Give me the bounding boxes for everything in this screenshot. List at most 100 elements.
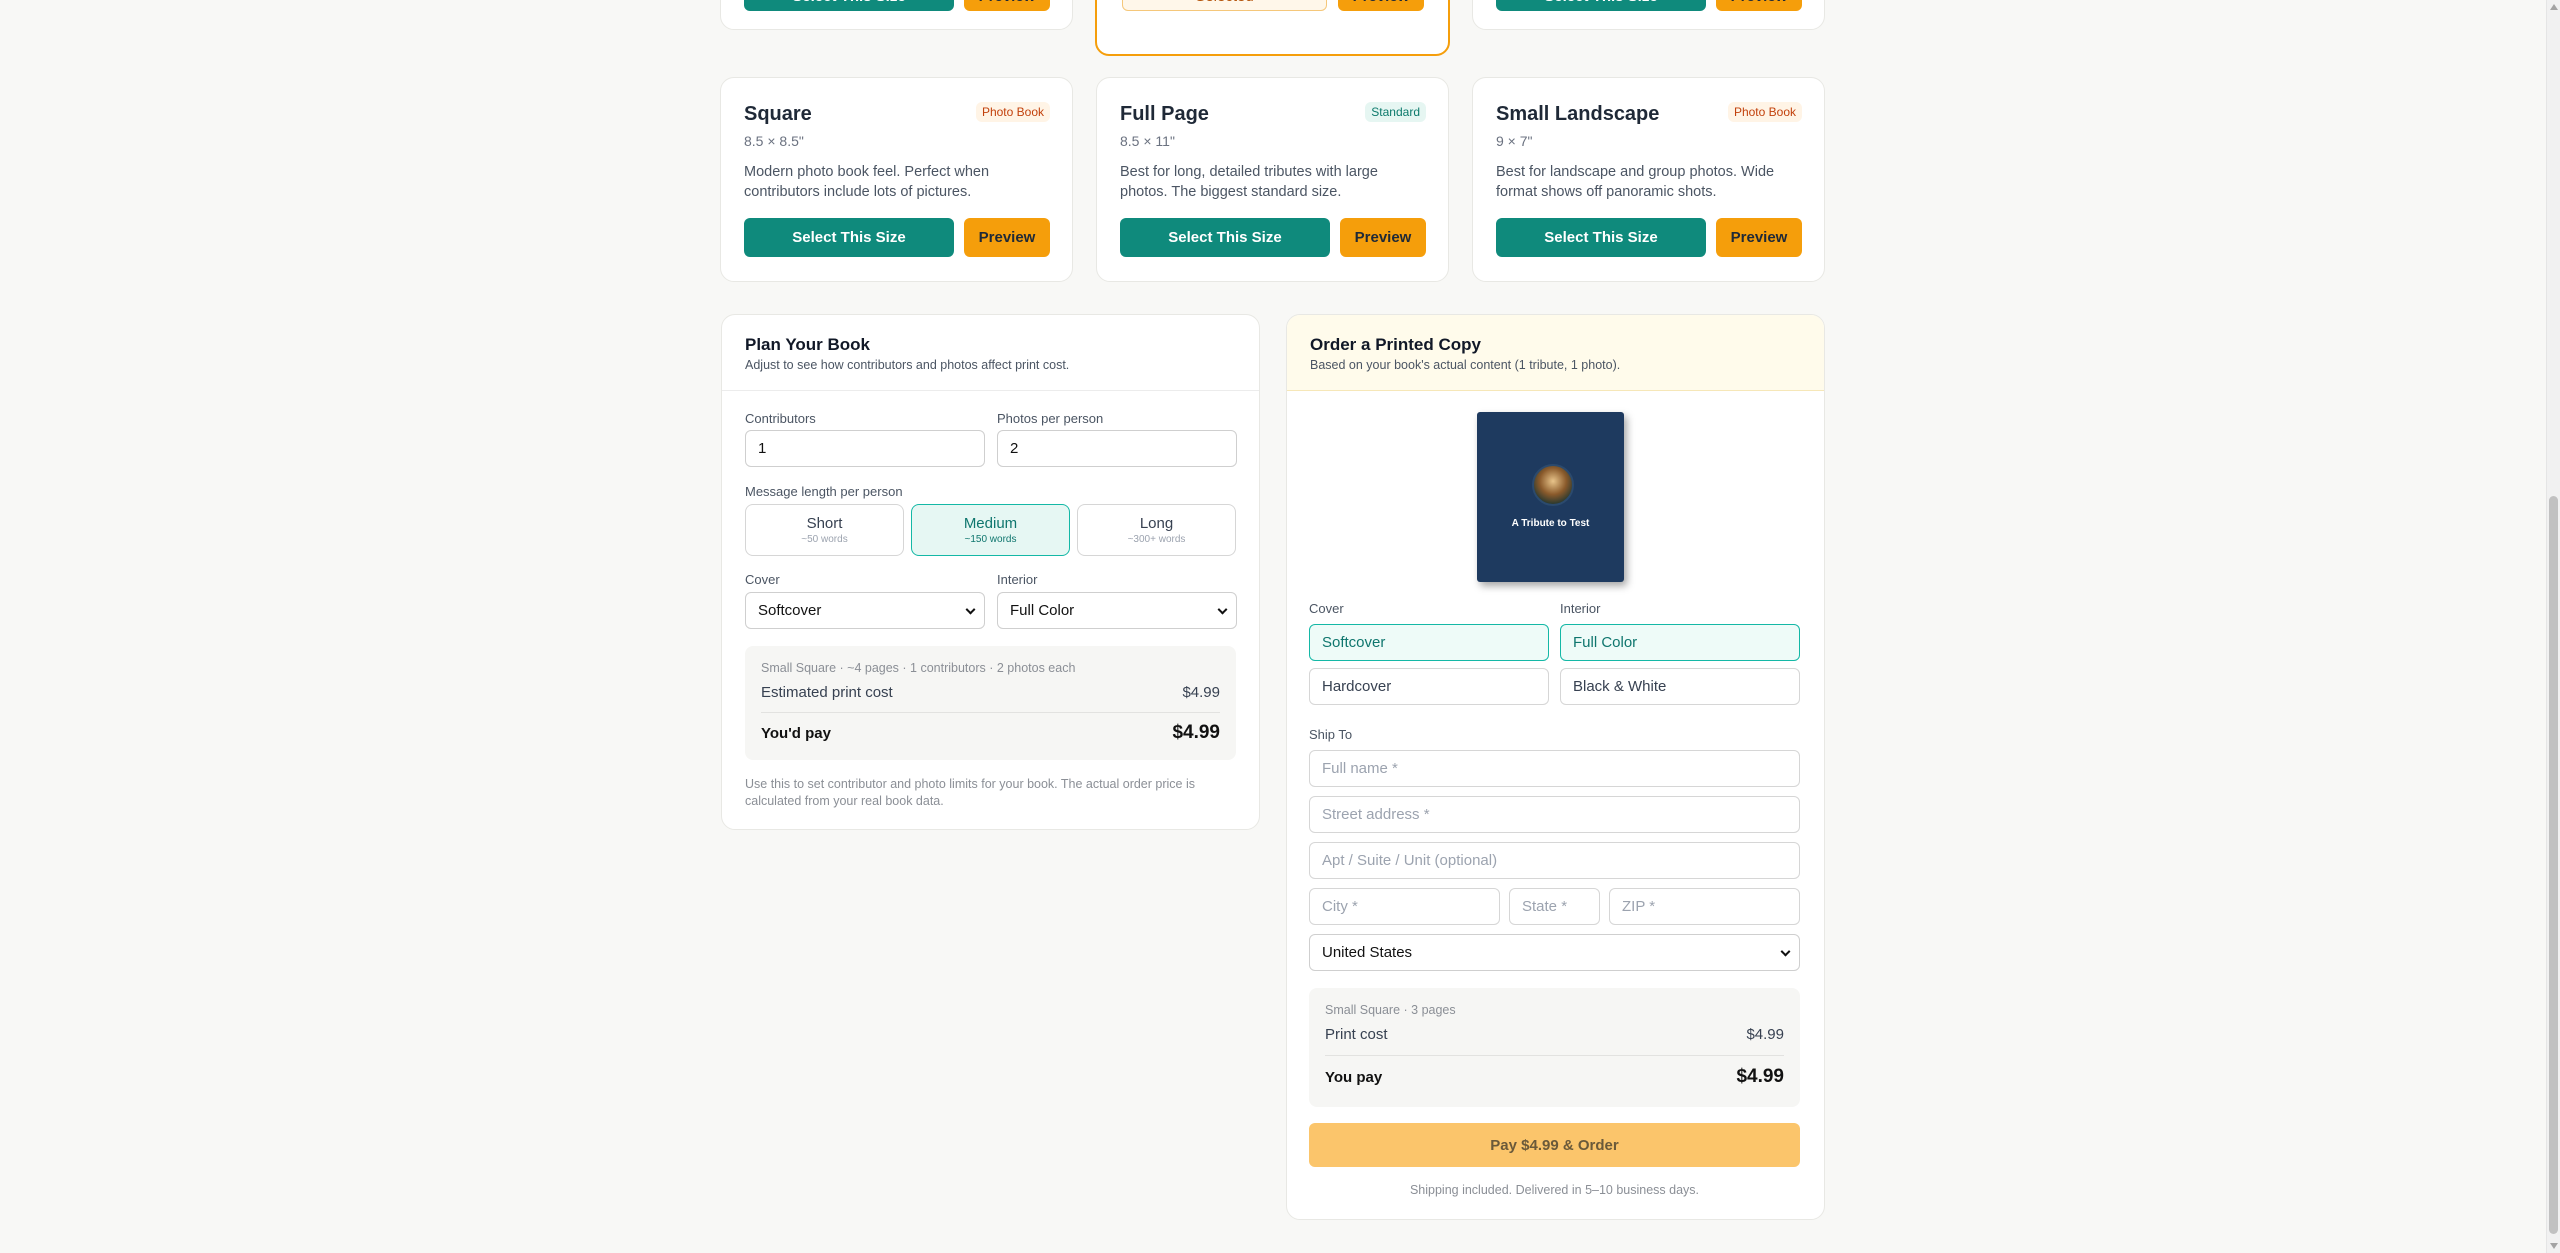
length-label: Long (1139, 515, 1174, 532)
plan-note: Use this to set contributor and photo li… (745, 777, 1195, 808)
estimated-cost-value: $4.99 (1182, 684, 1220, 701)
length-label: Medium (963, 515, 1018, 532)
cover-label: Cover (745, 572, 780, 587)
order-summary: Small Square · 3 pages Print cost $4.99 … (1309, 988, 1800, 1107)
estimated-cost-row: Estimated print cost $4.99 (761, 684, 1220, 701)
order-cover-label: Cover (1309, 601, 1344, 616)
you-pay-label: You pay (1325, 1069, 1383, 1086)
preview-button[interactable]: Preview (964, 0, 1050, 11)
panel-title: Plan Your Book (745, 335, 871, 354)
full-name-input[interactable]: Full name * (1309, 750, 1800, 787)
interior-select-value: Full Color (1010, 602, 1075, 619)
panel-subtitle: Based on your book's actual content (1 t… (1310, 358, 1621, 372)
select-size-button[interactable]: Select This Size (1496, 0, 1706, 11)
photos-per-person-input[interactable]: 2 (997, 430, 1237, 467)
card-dimensions: 8.5 × 8.5" (744, 133, 804, 149)
state-input[interactable]: State * (1509, 888, 1600, 925)
select-size-button[interactable]: Select This Size (1496, 218, 1706, 257)
summary-meta: Small Square · ~4 pages · 1 contributors… (761, 661, 1076, 675)
length-sub: ~150 words (964, 534, 1017, 545)
preview-button[interactable]: Preview (964, 218, 1050, 257)
card-badge: Photo Book (1727, 102, 1802, 122)
youd-pay-value: $4.99 (1172, 722, 1220, 743)
card-badge: Standard (1365, 102, 1426, 122)
select-size-button[interactable]: Select This Size (744, 0, 954, 11)
ship-to-label: Ship To (1309, 727, 1353, 742)
card-badge: Photo Book (975, 102, 1050, 122)
card-title: Small Landscape (1496, 103, 1660, 125)
estimated-cost-label: Estimated print cost (761, 684, 893, 701)
interior-label: Interior (997, 572, 1038, 587)
preview-button[interactable]: Preview (1716, 218, 1802, 257)
estimate-summary: Small Square · ~4 pages · 1 contributors… (745, 646, 1236, 760)
zip-input[interactable]: ZIP * (1609, 888, 1800, 925)
chevron-down-icon (1780, 946, 1791, 957)
page-scrollbar[interactable] (2546, 0, 2560, 1253)
divider (1325, 1055, 1784, 1056)
city-input[interactable]: City * (1309, 888, 1500, 925)
selected-indicator: Selected (1122, 0, 1327, 11)
chevron-down-icon (1217, 604, 1228, 615)
plan-your-book-panel: Plan Your Book Adjust to see how contrib… (721, 314, 1260, 830)
size-card-small-landscape: Small Landscape 9 × 7" Photo Book Best f… (1472, 77, 1825, 282)
preview-button[interactable]: Preview (1716, 0, 1802, 11)
length-label: Short (806, 515, 843, 532)
summary-meta: Small Square · 3 pages (1325, 1003, 1456, 1017)
size-card-square: Square 8.5 × 8.5" Photo Book Modern phot… (720, 77, 1073, 282)
cover-select[interactable]: Softcover (745, 592, 985, 629)
book-cover-preview: A Tribute to Test (1477, 412, 1624, 582)
panel-header: Plan Your Book Adjust to see how contrib… (722, 315, 1259, 391)
select-size-button[interactable]: Select This Size (744, 218, 954, 257)
chevron-down-icon (965, 604, 976, 615)
card-description: Best for long, detailed tributes with la… (1120, 164, 1378, 200)
size-card-top-1: Select This Size Preview (720, 0, 1073, 30)
youd-pay-label: You'd pay (761, 725, 831, 742)
message-length-label: Message length per person (745, 484, 903, 499)
cover-option-hardcover[interactable]: Hardcover (1309, 668, 1549, 705)
panel-header: Order a Printed Copy Based on your book'… (1287, 315, 1824, 391)
contributors-label: Contributors (745, 411, 816, 426)
scrollbar-thumb[interactable] (2549, 496, 2558, 1234)
cover-option-softcover[interactable]: Softcover (1309, 624, 1549, 661)
select-size-button[interactable]: Select This Size (1120, 218, 1330, 257)
card-title: Full Page (1120, 103, 1209, 125)
scroll-up-icon[interactable] (2550, 4, 2558, 10)
country-select-value: United States (1322, 944, 1413, 961)
preview-button[interactable]: Preview (1340, 218, 1426, 257)
preview-button[interactable]: Preview (1338, 0, 1424, 11)
youd-pay-row: You'd pay $4.99 (761, 722, 1220, 744)
size-card-top-3: Select This Size Preview (1472, 0, 1825, 30)
you-pay-value: $4.99 (1736, 1066, 1784, 1087)
card-title: Square (744, 103, 812, 125)
street-address-input[interactable]: Street address * (1309, 796, 1800, 833)
panel-title: Order a Printed Copy (1310, 335, 1481, 354)
scroll-down-icon[interactable] (2550, 1243, 2558, 1249)
length-sub: ~50 words (801, 534, 848, 545)
cover-select-value: Softcover (758, 602, 822, 619)
apt-suite-input[interactable]: Apt / Suite / Unit (optional) (1309, 842, 1800, 879)
print-cost-row: Print cost $4.99 (1325, 1026, 1784, 1043)
book-cover-title: A Tribute to Test (1511, 518, 1590, 529)
card-dimensions: 9 × 7" (1496, 133, 1533, 149)
contributors-input[interactable]: 1 (745, 430, 985, 467)
size-card-full-page: Full Page 8.5 × 11" Standard Best for lo… (1096, 77, 1449, 282)
pay-and-order-button[interactable]: Pay $4.99 & Order (1309, 1123, 1800, 1167)
length-long-option[interactable]: Long ~300+ words (1077, 504, 1236, 556)
interior-select[interactable]: Full Color (997, 592, 1237, 629)
shipping-note: Shipping included. Delivered in 5–10 bus… (1409, 1183, 1700, 1197)
interior-option-full-color[interactable]: Full Color (1560, 624, 1800, 661)
card-description: Best for landscape and group photos. Wid… (1496, 164, 1775, 200)
photos-per-person-label: Photos per person (997, 411, 1104, 426)
cover-photo (1532, 464, 1574, 506)
length-sub: ~300+ words (1127, 534, 1186, 545)
interior-option-black-white[interactable]: Black & White (1560, 668, 1800, 705)
divider (761, 712, 1220, 713)
you-pay-row: You pay $4.99 (1325, 1066, 1784, 1088)
print-cost-label: Print cost (1325, 1026, 1388, 1043)
length-short-option[interactable]: Short ~50 words (745, 504, 904, 556)
size-card-top-2-selected: Selected Preview (1095, 0, 1450, 56)
country-select[interactable]: United States (1309, 934, 1800, 971)
order-interior-label: Interior (1560, 601, 1601, 616)
length-medium-option[interactable]: Medium ~150 words (911, 504, 1070, 556)
card-dimensions: 8.5 × 11" (1120, 133, 1175, 149)
